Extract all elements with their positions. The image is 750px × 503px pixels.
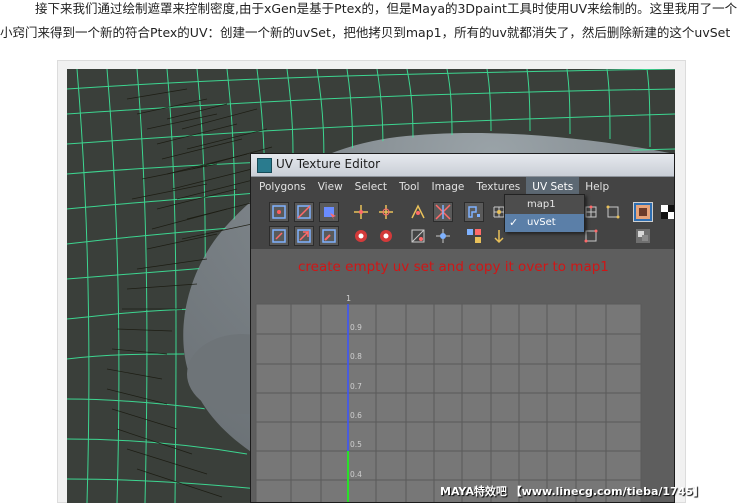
texture-borders-icon[interactable]: [603, 202, 623, 222]
image-icon[interactable]: [633, 226, 653, 246]
uv-editor-menubar: Polygons View Select Tool Image Textures…: [251, 177, 674, 197]
uv-editor-title: UV Texture Editor: [276, 157, 381, 171]
select-face-icon[interactable]: [319, 202, 339, 222]
smudge-icon[interactable]: [319, 226, 339, 246]
article-line-2: 小窍门来得到一个新的符合Ptex的UV：创建一个新的uvSet，把他拷贝到map…: [0, 25, 731, 40]
menu-select[interactable]: Select: [349, 177, 393, 197]
mirror-uv-icon[interactable]: [433, 202, 453, 222]
layout-uv-icon[interactable]: [464, 202, 484, 222]
flip-uv-icon[interactable]: [408, 202, 428, 222]
v-label-05: 0.5: [350, 440, 362, 449]
uv-editor-toolbar: [251, 198, 674, 248]
checker-icon[interactable]: [658, 202, 674, 222]
uvset-item-map1[interactable]: map1: [505, 196, 584, 214]
maya-app-icon: [257, 158, 272, 173]
unfold-icon[interactable]: [269, 226, 289, 246]
lattice-icon[interactable]: [408, 226, 428, 246]
menu-view[interactable]: View: [312, 177, 349, 197]
v-label-04: 0.4: [350, 470, 362, 479]
select-uv-icon[interactable]: [269, 202, 289, 222]
move-uv-icon[interactable]: [351, 202, 371, 222]
uv-grid: [251, 249, 674, 502]
select-edge-icon[interactable]: [294, 202, 314, 222]
v-label-06: 0.6: [350, 411, 362, 420]
snapshot-icon[interactable]: [633, 202, 653, 222]
rotate-uv-icon[interactable]: [376, 202, 396, 222]
relax-icon[interactable]: [294, 226, 314, 246]
annotation-text: create empty uv set and copy it over to …: [298, 259, 609, 275]
menu-tool[interactable]: Tool: [393, 177, 425, 197]
uvset-label-map1: map1: [527, 199, 556, 210]
checkmark-icon: ✓: [509, 216, 519, 229]
red-circle2-icon[interactable]: [376, 226, 396, 246]
menu-image[interactable]: Image: [425, 177, 470, 197]
red-circle-icon[interactable]: [351, 226, 371, 246]
watermark: MAYA特效吧 【www.linecg.com/tieba/1745】: [440, 485, 705, 498]
menu-polygons[interactable]: Polygons: [251, 177, 312, 197]
v-label-08: 0.8: [350, 352, 362, 361]
uv-texture-editor-window[interactable]: UV Texture Editor Polygons View Select T…: [250, 153, 675, 503]
uvset-item-uvset[interactable]: ✓ uvSet: [505, 214, 584, 232]
arrange-icon[interactable]: [464, 226, 484, 246]
grid-top-label: 1: [346, 294, 352, 303]
uvset-label-uvset: uvSet: [527, 217, 556, 228]
v-label-07: 0.7: [350, 382, 362, 391]
uv-sets-dropdown: map1 ✓ uvSet: [504, 194, 585, 232]
uv-editor-titlebar[interactable]: UV Texture Editor: [251, 154, 674, 177]
uv-canvas[interactable]: [251, 249, 674, 502]
article-line-1: 接下来我们通过绘制遮罩来控制密度,由于xGen是基于Ptex的，但是Maya的3…: [35, 1, 738, 16]
v-label-09: 0.9: [350, 323, 362, 332]
pin-icon[interactable]: [433, 226, 453, 246]
